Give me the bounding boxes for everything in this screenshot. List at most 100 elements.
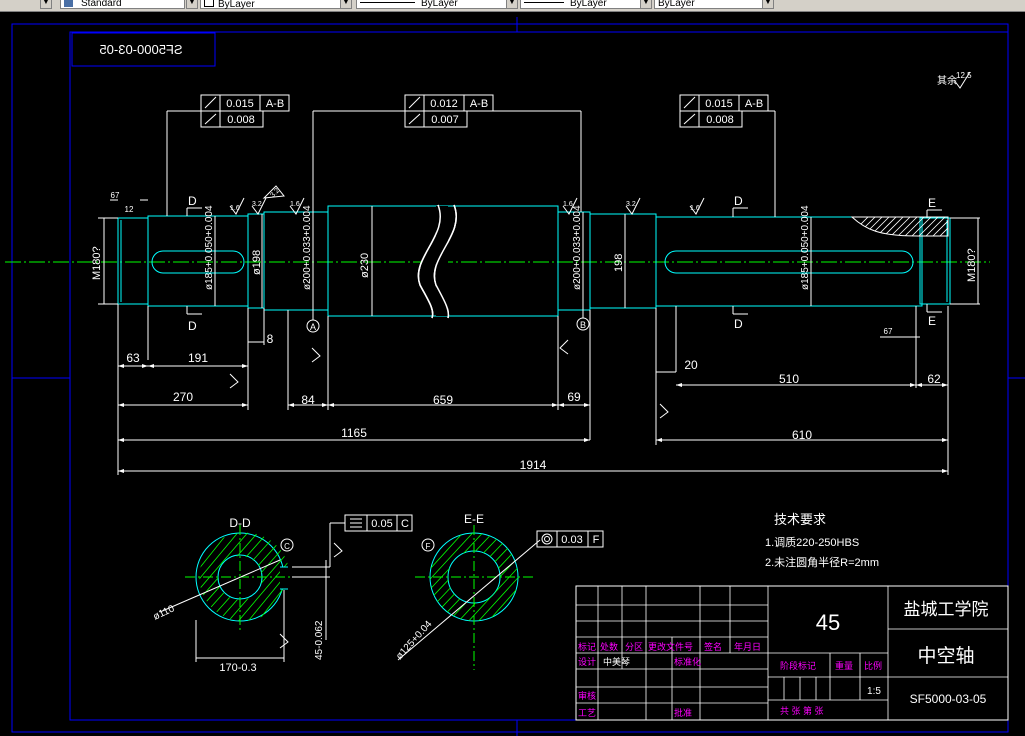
- plotstyle-arrow[interactable]: ▼: [762, 0, 774, 9]
- dimension-lines: [110, 199, 948, 472]
- dim-510: 510: [779, 372, 799, 386]
- roughness-values: 1.6 3.2 1.6 1.6 3.2 1.6 3.2: [230, 187, 700, 212]
- diameter-labels: M180? M180? ø185+0.050+0.004 ø198 ø200+0…: [91, 205, 978, 290]
- mirrored-code-text: SF5000-03-05: [99, 42, 182, 57]
- dim-62: 62: [927, 372, 941, 386]
- dia-185-left: ø185+0.050+0.004: [204, 205, 215, 290]
- dia-198-right: 198: [613, 254, 625, 272]
- hdr-doc: 更改文件号: [648, 641, 693, 652]
- lineweight-select[interactable]: ByLayer: [520, 0, 648, 9]
- notes-line-2: 2.未注圆角半径R=2mm: [765, 555, 879, 569]
- plotstyle-value: ByLayer: [658, 0, 695, 9]
- hdr-stage: 阶段标记: [780, 660, 816, 671]
- hdr-count: 处数: [600, 641, 618, 652]
- layer-color-select[interactable]: ByLayer: [200, 0, 348, 10]
- datum-a: A: [306, 310, 320, 333]
- notes-line-1: 1.调质220-250HBS: [765, 536, 859, 549]
- rough-4: 1.6: [563, 201, 573, 208]
- hdr-mark: 标记: [578, 641, 596, 652]
- fcf-mid-cyl: 0.007: [431, 114, 459, 126]
- dim-69: 69: [567, 390, 581, 404]
- hdr-check: 审核: [578, 690, 596, 701]
- text-style-arrow[interactable]: ▼: [186, 0, 198, 9]
- dia-185-right: ø185+0.050+0.004: [800, 205, 811, 290]
- fcf-right: 0.015 A-B 0.008: [679, 94, 776, 217]
- chamfer-left: 67: [111, 191, 120, 200]
- hdr-std: 标准化: [674, 656, 701, 667]
- fcf-left-datum: A-B: [266, 98, 284, 110]
- dim-84: 84: [301, 393, 315, 407]
- dim-610: 610: [792, 428, 812, 442]
- datum-b-label: B: [580, 320, 586, 330]
- datum-b: B: [576, 310, 590, 331]
- section-ee-title: E-E: [464, 512, 484, 526]
- dropdown-arrow[interactable]: ▼: [40, 0, 52, 9]
- section-ee-fcf-value: 0.03: [561, 534, 582, 546]
- text-style-icon: [64, 0, 73, 7]
- title-code: SF5000-03-05: [910, 692, 987, 706]
- section-ee-fcf-datum: F: [593, 534, 600, 546]
- thread-right-label: M180?: [966, 248, 978, 282]
- plotstyle-select[interactable]: ByLayer: [654, 0, 769, 9]
- hdr-date: 年月日: [734, 641, 761, 652]
- section-dd-width: 170-0.3: [219, 662, 256, 674]
- properties-toolbar: ▼ Standard ▼ ByLayer ▼ ByLayer ▼ ByLayer…: [0, 0, 1025, 12]
- rough-3: 1.6: [290, 201, 300, 208]
- linetype-arrow[interactable]: ▼: [506, 0, 518, 9]
- rough-6: 1.6: [690, 205, 700, 212]
- fcf-left-runout: 0.015: [226, 98, 254, 110]
- dim-1165: 1165: [341, 426, 367, 440]
- fcf-mid-runout: 0.012: [430, 98, 458, 110]
- linetype-sample-icon: [360, 2, 415, 3]
- fcf-left: 0.015 A-B 0.008: [166, 94, 290, 216]
- drawing-canvas[interactable]: SF5000-03-05 其余 12.5 63 191 8 270 84 659…: [0, 12, 1025, 736]
- dia-230: ø230: [359, 253, 371, 278]
- linetype-select[interactable]: ByLayer: [356, 0, 514, 9]
- fcf-right-cyl: 0.008: [706, 114, 734, 126]
- dia-200-left: ø200+0.033+0.004: [302, 205, 313, 290]
- dim-659: 659: [433, 393, 453, 407]
- fcf-right-runout: 0.015: [705, 98, 733, 110]
- hdr-zone: 分区: [625, 642, 643, 652]
- lineweight-sample-icon: [524, 2, 564, 3]
- shaft-outline: [117, 205, 951, 317]
- partial-section-hatch: [850, 216, 949, 237]
- chamfer-small: 12: [125, 205, 134, 214]
- title-scale: 1:5: [867, 686, 881, 697]
- title-school: 盐城工学院: [904, 600, 989, 619]
- hdr-approve: 批准: [674, 707, 692, 718]
- section-ee: E-E F ø125+0.04 0.03 F: [394, 512, 604, 670]
- layer-color-arrow[interactable]: ▼: [340, 0, 352, 9]
- section-dd-mark: C: [284, 542, 290, 551]
- text-style-value: Standard: [81, 0, 122, 9]
- hdr-sign: 签名: [704, 641, 722, 652]
- rough-1: 1.6: [230, 205, 240, 212]
- chamfer-right: 67: [884, 327, 893, 336]
- section-d-top-left: D: [188, 194, 197, 208]
- section-ee-dia: ø125+0.04: [394, 619, 435, 662]
- fcf-mid: 0.012 A-B 0.007: [312, 94, 582, 212]
- section-e-bottom: E: [928, 314, 936, 328]
- section-dd: D-D C ø110 170-0.3 45-0.062 0.05 C: [152, 514, 413, 674]
- text-style-select[interactable]: Standard: [60, 0, 185, 9]
- title-part-name: 中空轴: [917, 645, 974, 667]
- hdr-design: 设计: [578, 656, 596, 667]
- color-swatch-icon: [204, 0, 214, 7]
- dim-20: 20: [684, 358, 698, 372]
- sheet-outer-border: [11, 23, 1009, 733]
- dim-191: 191: [188, 351, 208, 365]
- hdr-weight: 重量: [835, 660, 853, 671]
- extension-lines: [98, 217, 980, 475]
- lineweight-value: ByLayer: [570, 0, 607, 9]
- hdr-sheets: 共 张 第 张: [780, 705, 824, 716]
- lineweight-arrow[interactable]: ▼: [640, 0, 652, 9]
- notes-title: 技术要求: [774, 512, 826, 527]
- layer-color-value: ByLayer: [218, 0, 255, 10]
- dim-270: 270: [173, 390, 193, 404]
- dim-8: 8: [267, 332, 274, 346]
- dim-63: 63: [126, 351, 140, 365]
- datum-a-label: A: [310, 322, 316, 332]
- dia-198-left: ø198: [251, 250, 263, 275]
- section-ee-mark: F: [426, 542, 431, 551]
- section-dd-fcf-value: 0.05: [371, 518, 392, 530]
